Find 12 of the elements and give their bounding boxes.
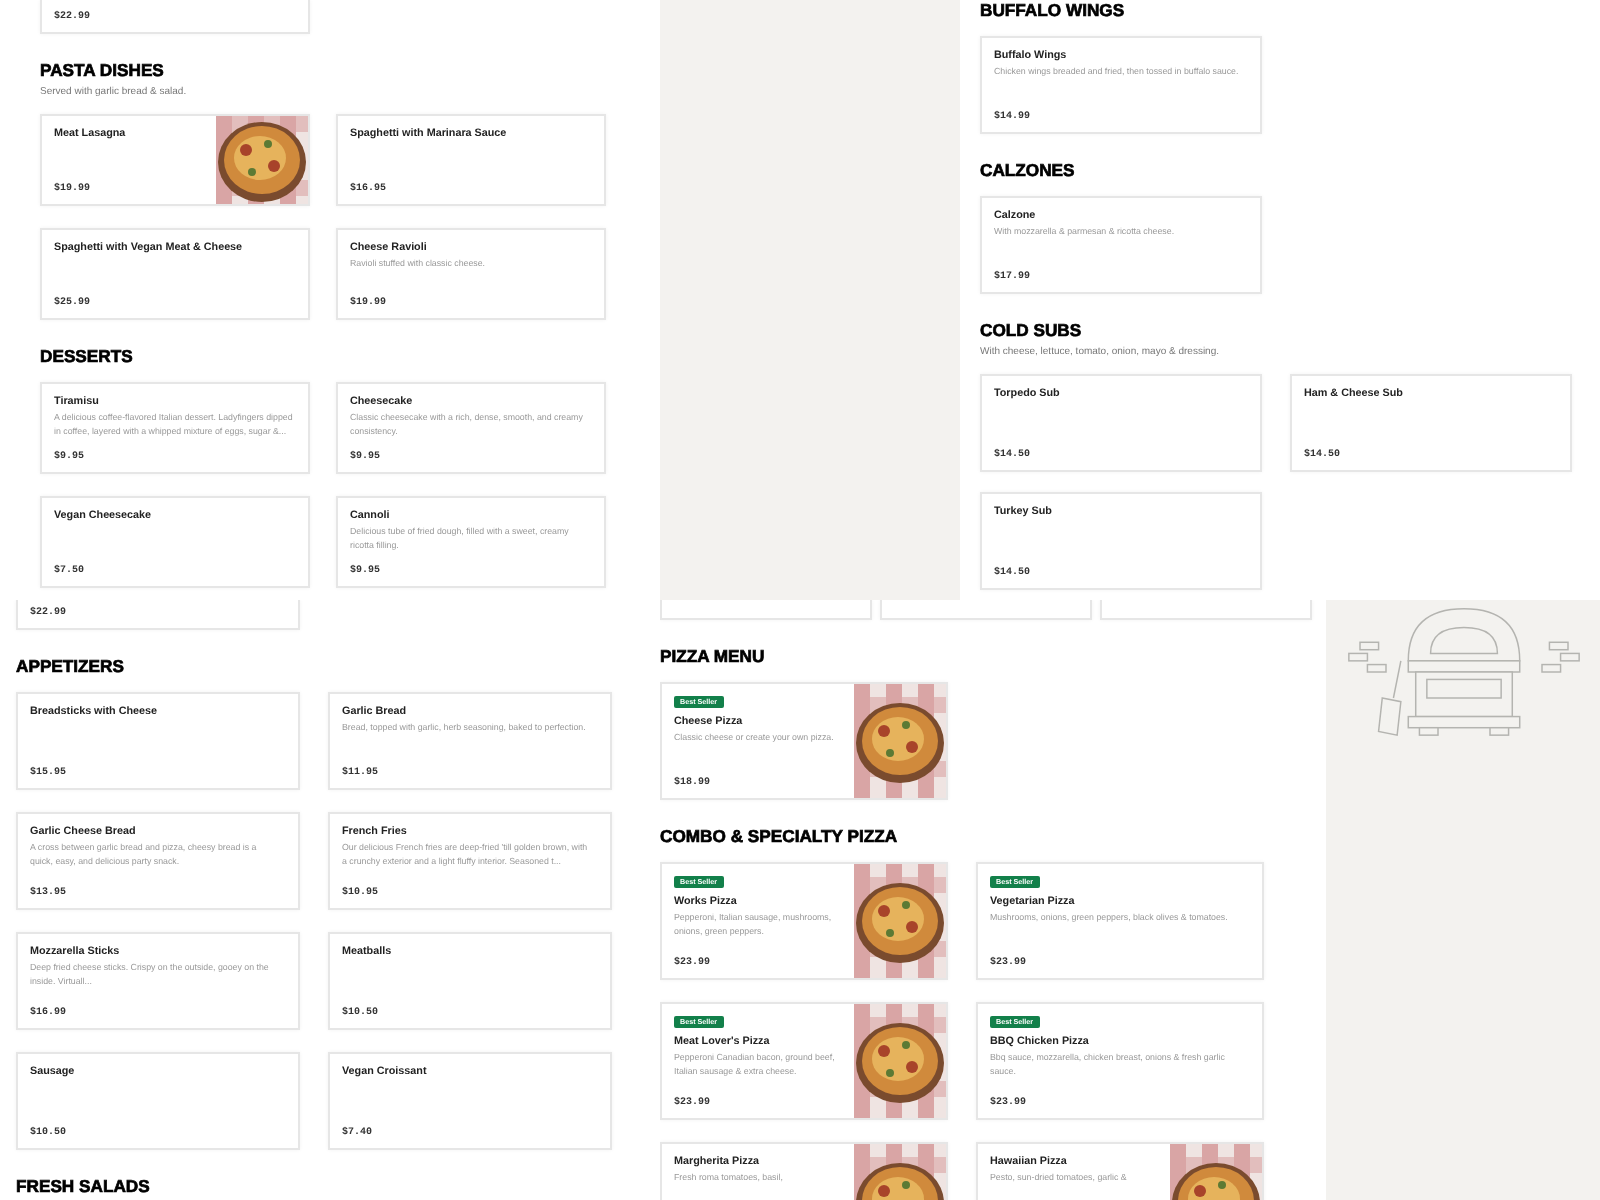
menu-card[interactable] [1100,600,1312,620]
section-heading: BUFFALO WINGS [980,0,1127,20]
section-heading: CALZONES [980,160,1077,180]
section-heading: PIZZA MENU [660,646,767,666]
section-heading: COLD SUBS [980,320,1084,340]
section-heading: APPETIZERS [16,656,126,676]
section-heading: COMBO & SPECIALTY PIZZA [660,826,900,846]
section-heading: DESSERTS [40,346,135,366]
menu-card[interactable] [660,600,872,620]
menu-card[interactable] [880,600,1092,620]
section-heading: FRESH SALADS [16,1176,152,1196]
section-heading: PASTA DISHES [40,60,166,80]
